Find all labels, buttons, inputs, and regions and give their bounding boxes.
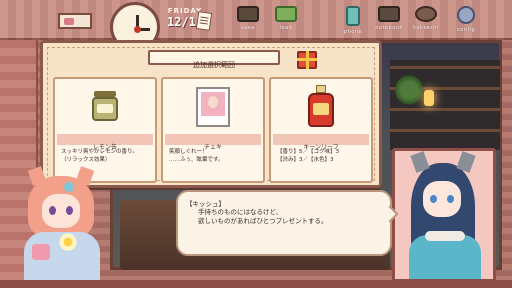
play-icon: [275, 6, 297, 22]
tea-bottle-icon: [298, 85, 344, 129]
left-character-portrait: [14, 166, 109, 288]
item-select-panel: 追加選択範囲 レモン缶 スッキリ爽やかレモンの香り。 （リラックス効果） チェキ…: [40, 40, 382, 188]
character-face: [423, 181, 461, 217]
panel-title: 追加選択範囲: [193, 61, 235, 69]
plant-decoration: [395, 75, 423, 105]
clock-hub: [134, 26, 141, 33]
phone-label: phone: [343, 29, 363, 35]
pet-button[interactable]: kokkeshi: [410, 6, 442, 38]
photo-frame: [196, 87, 230, 127]
dialog-text: 手持ちのものにはなるけど、 欲しいものがあればひとつプレゼントする。: [198, 208, 328, 225]
bottom-border: [0, 280, 512, 288]
character-scarf: [425, 231, 465, 241]
panel-title-bar: 追加選択範囲: [148, 50, 280, 69]
item-description: 【香り】5／【コク味】3 【渋み】3／【水色】3: [277, 149, 339, 163]
shelf-decoration: [390, 60, 500, 150]
item-name-bar: チェキ: [165, 134, 261, 151]
bottle-label: [313, 103, 329, 115]
jar-label: [97, 104, 113, 113]
notebook-label: notebook: [375, 25, 403, 31]
character-face: [42, 194, 80, 228]
wall-picture-icon: [58, 13, 92, 29]
character-eye: [49, 206, 56, 215]
item-card-lemon[interactable]: レモン缶 スッキリ爽やかレモンの香り。 （リラックス効果）: [53, 77, 157, 183]
photo-icon: [190, 85, 236, 129]
pet-icon: [415, 6, 437, 22]
item-name-bar: レモン缶: [57, 134, 153, 151]
notebook-button[interactable]: notebook: [373, 6, 405, 38]
pet-label: kokkeshi: [413, 25, 439, 31]
load-label: load: [279, 25, 293, 31]
item-name-bar: キーンリーフ: [273, 134, 369, 151]
notebook-icon: [378, 6, 400, 22]
item-description: スッキリ爽やかレモンの香り。 （リラックス効果）: [61, 149, 138, 163]
character-body: [409, 235, 481, 279]
memo-icon[interactable]: [195, 11, 213, 31]
photo-image: [201, 92, 225, 116]
save-button[interactable]: save: [232, 6, 264, 38]
character-eye: [447, 195, 454, 203]
settings-button[interactable]: config: [450, 6, 482, 38]
save-label: save: [241, 25, 255, 31]
phone-icon: [346, 6, 360, 26]
cassette-icon: [237, 6, 259, 22]
cup-icon: [32, 244, 50, 260]
item-card-cheki[interactable]: チェキ 笑顔しぐれー！ ……ふぅ、眩暈です。: [161, 77, 265, 183]
load-button[interactable]: load: [270, 6, 302, 38]
character-eye: [430, 195, 437, 203]
bottle-neck: [316, 85, 326, 93]
item-description: 笑顔しぐれー！ ……ふぅ、眩暈です。: [169, 149, 224, 163]
hair-clip: [64, 182, 74, 192]
character-eye: [66, 206, 73, 215]
lamp-decoration: [424, 90, 434, 106]
right-character-portrait: [395, 151, 493, 279]
dialog-speaker: 【キッシュ】: [186, 200, 225, 208]
item-card-tea[interactable]: キーンリーフ 【香り】5／【コク味】3 【渋み】3／【水色】3: [269, 77, 373, 183]
lemon-jar-icon: [82, 85, 128, 129]
phone-button[interactable]: phone: [337, 6, 369, 38]
gift-icon: [297, 51, 317, 69]
gear-icon: [457, 6, 475, 24]
settings-label: config: [456, 27, 476, 33]
flower-icon: [58, 232, 78, 252]
